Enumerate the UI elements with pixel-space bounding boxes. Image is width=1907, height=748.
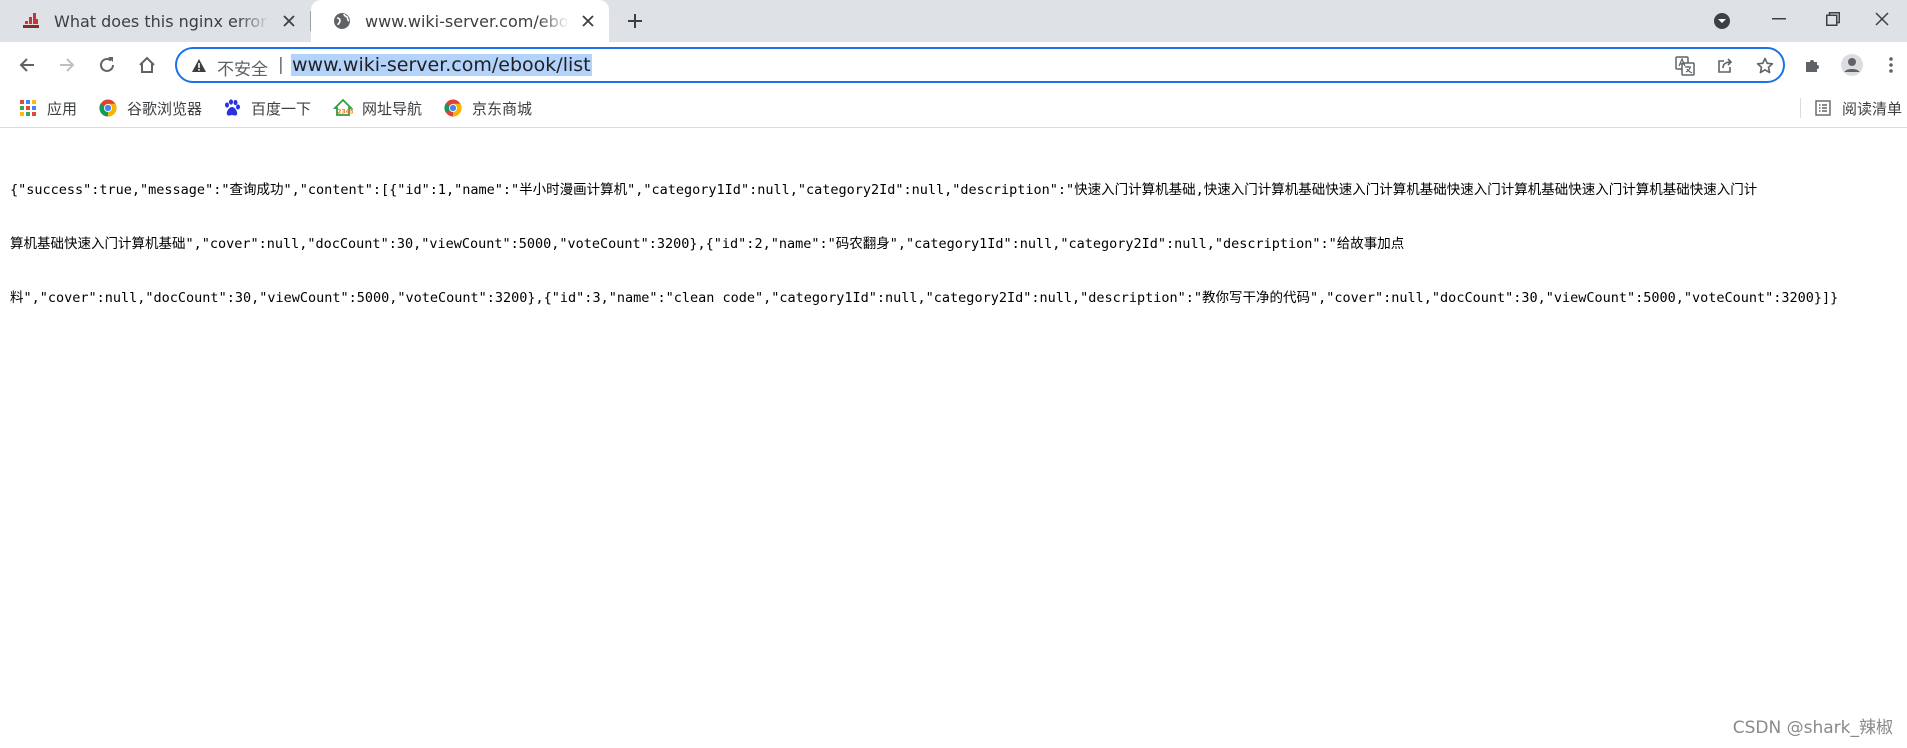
bookmark-label: 谷歌浏览器 xyxy=(127,99,203,118)
translate-icon[interactable] xyxy=(1674,55,1696,77)
chrome-icon xyxy=(443,98,463,118)
address-bar[interactable]: 不安全 | www.wiki-server.com/ebook/list xyxy=(175,47,1785,83)
svg-text:2345: 2345 xyxy=(337,109,353,116)
stackoverflow-icon xyxy=(20,10,42,32)
tab-strip: What does this nginx error "rewrite or i… xyxy=(0,0,1907,42)
tab-title: www.wiki-server.com/ebook/list xyxy=(365,11,569,31)
new-tab-plus-icon[interactable] xyxy=(621,7,649,35)
reading-list-button[interactable]: 阅读清单 xyxy=(1813,97,1902,119)
bookmark-apps[interactable]: 应用 xyxy=(18,97,77,119)
csdn-watermark: CSDN @shark_辣椒 xyxy=(1732,718,1893,738)
extensions-puzzle-icon[interactable] xyxy=(1799,51,1827,79)
omnibox-divider: | xyxy=(278,55,284,75)
tab-title: What does this nginx error "rewrite or i… xyxy=(54,11,270,31)
back-arrow-icon[interactable] xyxy=(13,51,41,79)
json-response-body: {"success":true,"message":"查询成功","conten… xyxy=(10,145,1900,325)
bookmark-label: 百度一下 xyxy=(251,99,312,118)
close-tab-icon[interactable] xyxy=(577,10,599,32)
json-line: 算机基础快速入门计算机基础","cover":null,"docCount":3… xyxy=(10,236,1405,252)
minimize-icon[interactable] xyxy=(1754,0,1804,38)
bookmarks-bar: 应用 谷歌浏览器 百度一下 2345 网址导航 京东商城 阅读清单 xyxy=(0,88,1907,128)
forward-arrow-icon[interactable] xyxy=(53,51,81,79)
bookmark-baidu[interactable]: 百度一下 xyxy=(222,97,311,119)
close-window-icon[interactable] xyxy=(1857,0,1907,38)
apps-grid-icon xyxy=(18,98,38,118)
bookmark-chrome[interactable]: 谷歌浏览器 xyxy=(98,97,202,119)
reading-list-label: 阅读清单 xyxy=(1842,99,1903,118)
url-text[interactable]: www.wiki-server.com/ebook/list xyxy=(291,54,592,76)
browser-toolbar: 不安全 | www.wiki-server.com/ebook/list xyxy=(0,42,1907,88)
chrome-icon xyxy=(98,98,118,118)
tab-search-icon[interactable] xyxy=(1710,9,1734,33)
home-icon[interactable] xyxy=(133,51,161,79)
not-secure-label[interactable]: 不安全 xyxy=(217,55,268,80)
bookmark-nav[interactable]: 2345 网址导航 xyxy=(333,97,422,119)
tab-wiki-server[interactable]: www.wiki-server.com/ebook/list xyxy=(311,0,609,42)
bookmark-label: 应用 xyxy=(47,99,78,118)
bookmarks-divider xyxy=(1800,98,1801,118)
profile-avatar-icon[interactable] xyxy=(1838,51,1866,79)
2345-nav-icon: 2345 xyxy=(333,98,353,118)
globe-icon xyxy=(331,10,353,32)
bookmark-label: 网址导航 xyxy=(362,99,423,118)
bookmark-star-icon[interactable] xyxy=(1754,55,1776,77)
json-line: {"success":true,"message":"查询成功","conten… xyxy=(10,182,1758,198)
close-tab-icon[interactable] xyxy=(278,10,300,32)
menu-kebab-icon[interactable] xyxy=(1877,51,1905,79)
warning-triangle-icon[interactable] xyxy=(190,56,208,74)
restore-icon[interactable] xyxy=(1808,0,1858,38)
share-icon[interactable] xyxy=(1714,55,1736,77)
reading-list-icon xyxy=(1813,98,1833,118)
baidu-paw-icon xyxy=(222,98,242,118)
reload-icon[interactable] xyxy=(93,51,121,79)
bookmark-jd[interactable]: 京东商城 xyxy=(443,97,532,119)
tab-stackoverflow[interactable]: What does this nginx error "rewrite or i… xyxy=(0,0,310,42)
bookmark-label: 京东商城 xyxy=(472,99,533,118)
json-line: 料","cover":null,"docCount":30,"viewCount… xyxy=(10,290,1839,306)
